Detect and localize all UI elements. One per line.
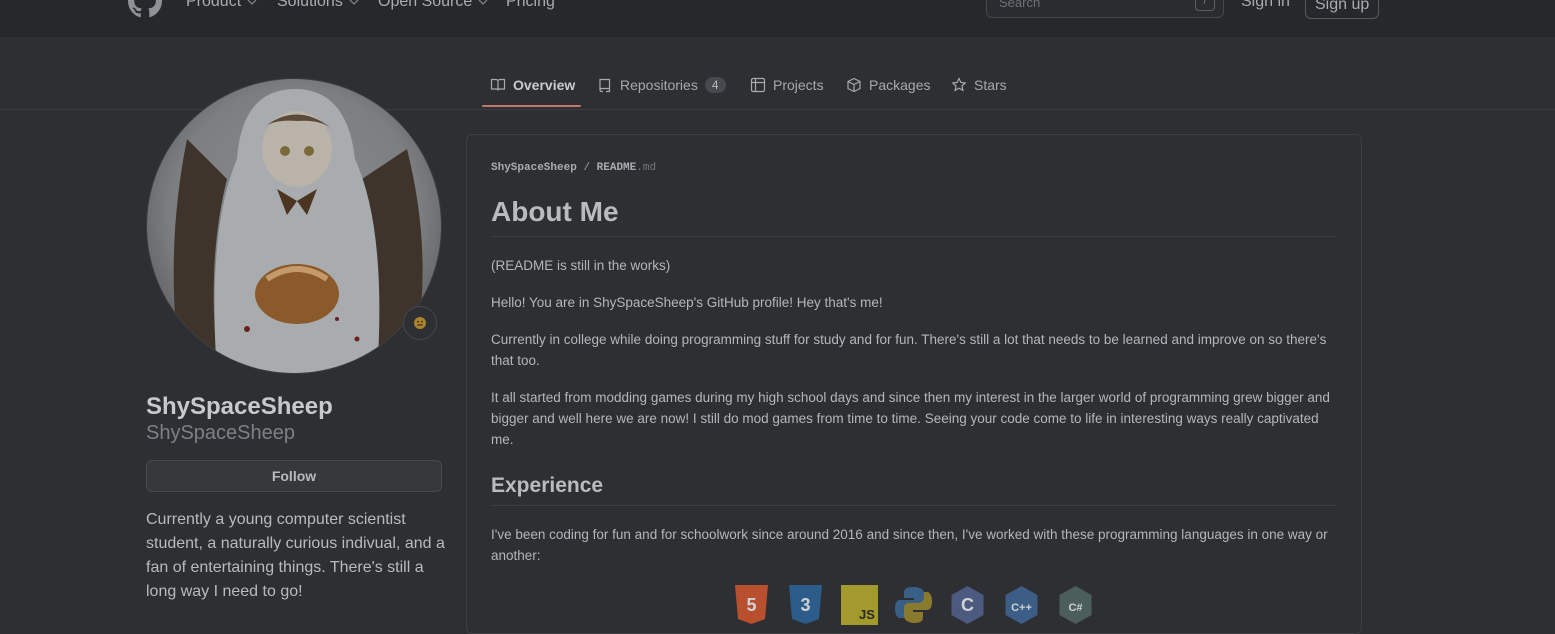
readme-heading: About Me	[491, 196, 1337, 237]
css3-icon: 3	[789, 585, 822, 624]
nav-pricing[interactable]: Pricing	[506, 0, 555, 11]
avatar-illustration	[147, 79, 441, 373]
readme-paragraph: It all started from modding games during…	[491, 390, 1330, 447]
profile-full-name: ShySpaceSheep	[146, 393, 333, 420]
avatar[interactable]	[146, 78, 442, 374]
search-placeholder: Search	[999, 0, 1041, 10]
repositories-count-badge: 4	[704, 77, 726, 93]
c-label: C	[961, 595, 974, 615]
tab-stars[interactable]: Stars	[951, 70, 1007, 100]
search-shortcut-key: /	[1195, 0, 1215, 11]
nav-open-source[interactable]: Open Source	[378, 0, 488, 11]
html5-label: 5	[746, 595, 756, 615]
readme-breadcrumb: ShySpaceSheep / README.md	[491, 162, 657, 174]
sign-in-link[interactable]: Sign in	[1241, 0, 1290, 11]
readme-paragraph: Currently in college while doing program…	[491, 332, 1327, 368]
active-tab-indicator	[482, 105, 581, 107]
chevron-down-icon	[247, 0, 257, 5]
csharp-label: C#	[1068, 602, 1082, 614]
nav-solutions[interactable]: Solutions	[277, 0, 359, 11]
status-emoji-button[interactable]	[403, 306, 437, 340]
nav-product[interactable]: Product	[186, 0, 257, 11]
javascript-label: JS	[859, 607, 875, 622]
header: Product Solutions Open Source Pricing Se…	[0, 0, 1555, 37]
search-input[interactable]: Search /	[986, 0, 1224, 18]
tab-overview[interactable]: Overview	[490, 70, 575, 100]
readme-paragraph: Hello! You are in ShySpaceSheep's GitHub…	[491, 295, 883, 310]
c-icon: C	[951, 586, 984, 624]
css3-label: 3	[800, 595, 810, 615]
chevron-down-icon	[349, 0, 359, 5]
tab-projects[interactable]: Projects	[750, 70, 824, 100]
repo-icon	[599, 78, 611, 93]
sign-up-button[interactable]: Sign up	[1305, 0, 1380, 19]
follow-button[interactable]: Follow	[146, 460, 442, 492]
readme-file-link[interactable]: README	[597, 162, 637, 174]
csharp-icon: C#	[1059, 586, 1092, 624]
tab-packages[interactable]: Packages	[846, 70, 930, 100]
readme-paragraph: (README is still in the works)	[491, 258, 671, 273]
python-icon	[895, 587, 932, 623]
confused-face-icon	[414, 317, 426, 329]
github-logo-icon[interactable]	[128, 0, 162, 18]
html5-icon: 5	[735, 585, 768, 624]
experience-heading: Experience	[491, 474, 1337, 506]
experience-paragraph: I've been coding for fun and for schoolw…	[491, 527, 1328, 563]
chevron-down-icon	[478, 0, 488, 5]
cpp-label: C++	[1011, 602, 1032, 614]
star-icon	[951, 77, 967, 92]
cpp-icon: C++	[1005, 586, 1038, 624]
readme-owner-link[interactable]: ShySpaceSheep	[491, 162, 577, 174]
readme-card: ShySpaceSheep / README.md About Me (READ…	[466, 134, 1362, 634]
book-icon	[490, 78, 506, 91]
package-icon	[847, 77, 861, 93]
project-icon	[750, 77, 766, 93]
tab-repositories[interactable]: Repositories 4	[597, 70, 726, 100]
profile-bio: Currently a young computer scientist stu…	[146, 511, 445, 600]
javascript-icon: JS	[841, 585, 878, 625]
language-icons: 5 3 JS C C++ C#	[733, 585, 1094, 625]
profile-username: ShySpaceSheep	[146, 422, 296, 444]
